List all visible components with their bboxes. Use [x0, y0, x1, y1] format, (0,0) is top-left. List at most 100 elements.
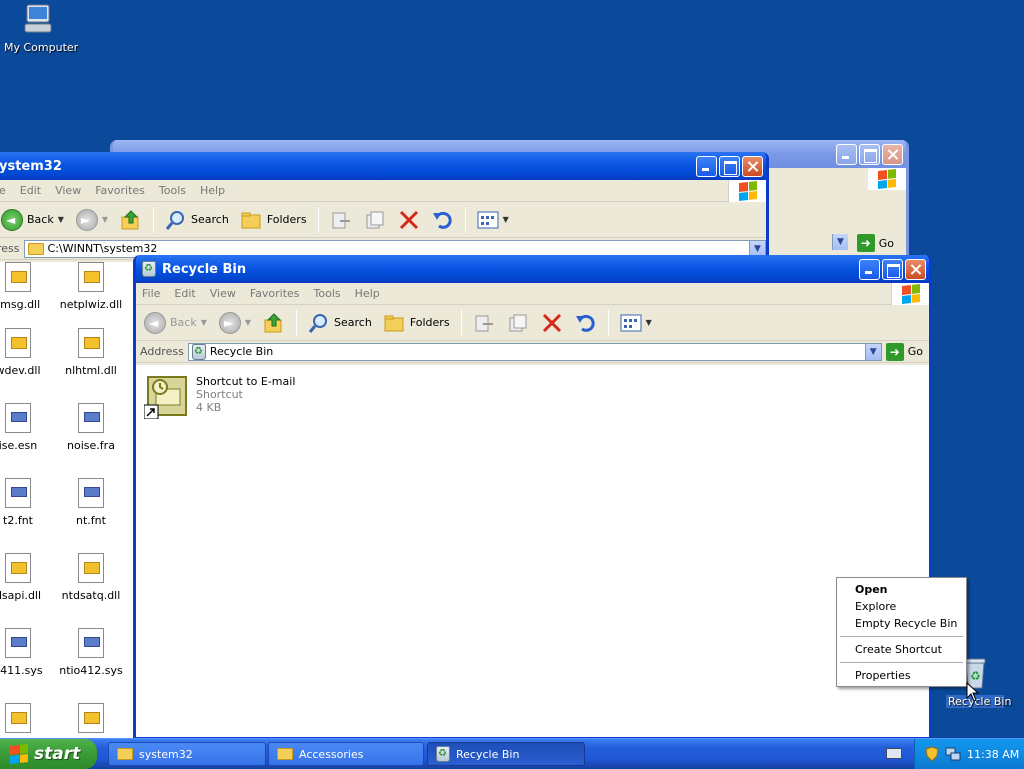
file-item[interactable]: ise.esn: [0, 403, 53, 452]
menu-item-create-shortcut[interactable]: Create Shortcut: [837, 641, 966, 658]
go-button[interactable]: ➜ Go: [856, 234, 900, 252]
desktop-icon-my-computer[interactable]: My Computer: [4, 2, 79, 54]
file-item[interactable]: o411.sys: [0, 628, 53, 677]
delete-icon: [399, 210, 418, 229]
file-item-shortcut-to-email[interactable]: Shortcut to E-mail Shortcut 4 KB: [144, 375, 295, 419]
close-button[interactable]: [905, 259, 926, 280]
search-button[interactable]: Search: [304, 310, 376, 336]
my-computer-label: My Computer: [4, 41, 79, 54]
dll-file-icon: [5, 262, 31, 292]
views-button[interactable]: ▼: [616, 312, 656, 334]
menu-help[interactable]: Help: [200, 184, 225, 197]
taskbar-item-accessories[interactable]: Accessories: [268, 742, 424, 766]
close-button[interactable]: [882, 144, 903, 165]
menu-favorites[interactable]: Favorites: [95, 184, 145, 197]
keyboard-icon[interactable]: [886, 748, 902, 759]
move-to-button[interactable]: [469, 310, 499, 336]
address-dropdown[interactable]: ▼: [832, 234, 848, 250]
menu-file[interactable]: e: [0, 184, 6, 197]
back-button[interactable]: ◄ Back ▼: [140, 310, 211, 336]
file-item[interactable]: netplwiz.dll: [56, 262, 126, 311]
file-name: ntio412.sys: [59, 664, 123, 677]
font-file-icon: [78, 478, 104, 508]
minimize-button[interactable]: [836, 144, 857, 165]
network-icon[interactable]: [945, 746, 961, 762]
close-button[interactable]: [742, 156, 763, 177]
folders-button[interactable]: Folders: [380, 310, 454, 336]
clock[interactable]: 11:38 AM: [967, 748, 1019, 761]
chevron-down-icon: ▼: [244, 318, 252, 327]
maximize-button[interactable]: [719, 156, 740, 177]
menu-favorites[interactable]: Favorites: [250, 287, 300, 300]
title-bar[interactable]: Recycle Bin: [136, 255, 929, 283]
menu-edit[interactable]: Edit: [174, 287, 195, 300]
up-folder-button[interactable]: [259, 310, 289, 336]
menu-bar: e Edit View Favorites Tools Help: [0, 180, 766, 202]
search-label: Search: [191, 213, 229, 226]
undo-icon: [432, 211, 452, 229]
folders-label: Folders: [409, 316, 450, 329]
menu-item-properties[interactable]: Properties: [837, 667, 966, 684]
menu-item-empty-recycle-bin[interactable]: Empty Recycle Bin: [837, 615, 966, 632]
item-size: 4 KB: [196, 401, 222, 414]
file-item[interactable]: nlhtml.dll: [56, 328, 126, 377]
chevron-down-icon: ▼: [200, 318, 207, 327]
minimize-button[interactable]: [859, 259, 880, 280]
recycle-bin-window[interactable]: Recycle Bin File Edit View Favorites Too…: [133, 255, 932, 740]
forward-button[interactable]: ► ▼: [215, 310, 255, 336]
maximize-button[interactable]: [859, 144, 880, 165]
menu-help[interactable]: Help: [355, 287, 380, 300]
menu-tools[interactable]: Tools: [314, 287, 341, 300]
copy-to-button[interactable]: [503, 310, 533, 336]
menu-tools[interactable]: Tools: [159, 184, 186, 197]
toolbar-separator: [460, 309, 462, 336]
taskbar-item-system32[interactable]: system32: [108, 742, 266, 766]
file-item[interactable]: noise.fra: [56, 403, 126, 452]
title-bar[interactable]: ystem32: [0, 152, 766, 180]
search-button[interactable]: Search: [161, 207, 233, 233]
minimize-button[interactable]: [696, 156, 717, 177]
file-item[interactable]: nt.fnt: [56, 478, 126, 527]
back-button[interactable]: ◄ Back ▼: [0, 207, 68, 233]
task-label: Accessories: [299, 747, 364, 761]
file-item[interactable]: [56, 703, 126, 739]
file-item[interactable]: wdev.dll: [0, 328, 53, 377]
views-icon: [477, 211, 499, 228]
menu-item-explore[interactable]: Explore: [837, 598, 966, 615]
go-button[interactable]: ➜ Go: [885, 342, 929, 361]
file-item[interactable]: ntdsatq.dll: [56, 553, 126, 602]
undo-button[interactable]: [571, 310, 601, 336]
maximize-button[interactable]: [882, 259, 903, 280]
taskbar-item-recycle-bin[interactable]: Recycle Bin: [427, 742, 585, 766]
up-folder-button[interactable]: [116, 207, 146, 233]
copy-to-button[interactable]: [360, 207, 390, 233]
folders-icon: [384, 315, 404, 331]
back-arrow-icon: ◄: [144, 311, 166, 334]
views-button[interactable]: ▼: [473, 209, 513, 231]
menu-item-open[interactable]: Open: [837, 581, 966, 598]
move-to-button[interactable]: [326, 207, 356, 233]
delete-button[interactable]: [537, 310, 567, 336]
menu-edit[interactable]: Edit: [20, 184, 41, 197]
file-item[interactable]: dsapi.dll: [0, 553, 53, 602]
address-field[interactable]: Recycle Bin ▼: [187, 342, 882, 361]
delete-button[interactable]: [394, 207, 424, 233]
dll-file-icon: [5, 553, 31, 583]
menu-view[interactable]: View: [55, 184, 81, 197]
file-item[interactable]: tmsg.dll: [0, 262, 53, 311]
menu-file[interactable]: File: [142, 287, 160, 300]
file-item[interactable]: ntio412.sys: [56, 628, 126, 677]
security-shield-icon[interactable]: [925, 746, 939, 762]
copy-to-icon: [366, 211, 384, 228]
undo-button[interactable]: [428, 207, 458, 233]
folders-icon: [241, 212, 261, 228]
address-dropdown[interactable]: ▼: [864, 343, 881, 360]
file-item[interactable]: [0, 703, 53, 739]
file-item[interactable]: t2.fnt: [0, 478, 53, 527]
folder-icon: [277, 748, 293, 760]
menu-view[interactable]: View: [210, 287, 236, 300]
address-label: Address: [140, 345, 184, 358]
forward-button[interactable]: ► ▼: [72, 207, 112, 233]
folders-button[interactable]: Folders: [237, 207, 311, 233]
start-button[interactable]: start: [0, 739, 97, 769]
